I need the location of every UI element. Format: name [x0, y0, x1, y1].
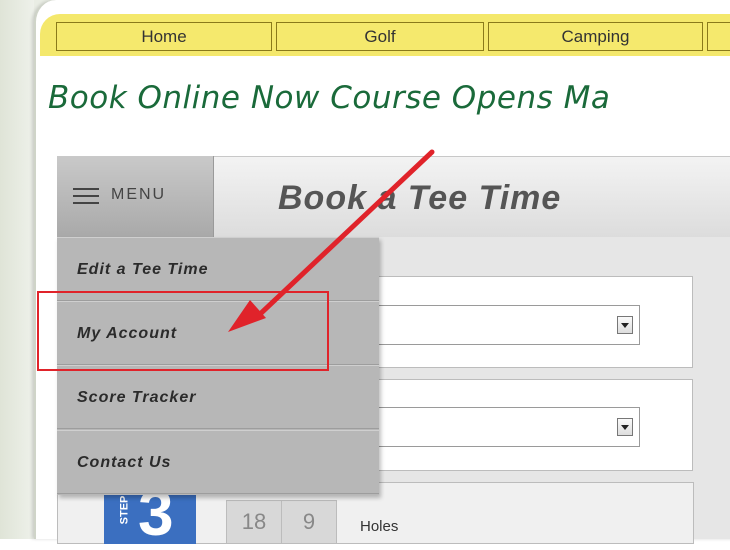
step-label: STEP [118, 495, 131, 525]
menu-button-label: MENU [111, 186, 167, 203]
menu-item-score-tracker[interactable]: Score Tracker [57, 365, 379, 429]
page-title: Book a Tee Time [278, 179, 562, 217]
menu-item-label: Score Tracker [77, 389, 197, 406]
hamburger-icon [73, 186, 99, 206]
menu-button[interactable]: MENU [57, 156, 214, 237]
dropdown-arrow-icon [617, 418, 633, 436]
nav-home[interactable]: Home [56, 22, 272, 51]
nav-golf[interactable]: Golf [276, 22, 484, 51]
left-margin [0, 0, 34, 539]
menu-item-label: Edit a Tee Time [77, 261, 209, 278]
dropdown-arrow-icon [617, 316, 633, 334]
nav-more[interactable] [707, 22, 730, 51]
nav-camping[interactable]: Camping [488, 22, 703, 51]
top-nav: Home Golf Camping [56, 22, 730, 51]
menu-item-contact-us[interactable]: Contact Us [57, 430, 379, 494]
holes-9-button[interactable]: 9 [281, 500, 337, 544]
holes-label: Holes [360, 518, 399, 535]
booking-headline: Book Online Now Course Opens Ma [48, 80, 611, 116]
holes-18-button[interactable]: 18 [226, 500, 282, 544]
annotation-highlight-box [37, 291, 329, 371]
menu-item-label: Contact Us [77, 454, 172, 471]
